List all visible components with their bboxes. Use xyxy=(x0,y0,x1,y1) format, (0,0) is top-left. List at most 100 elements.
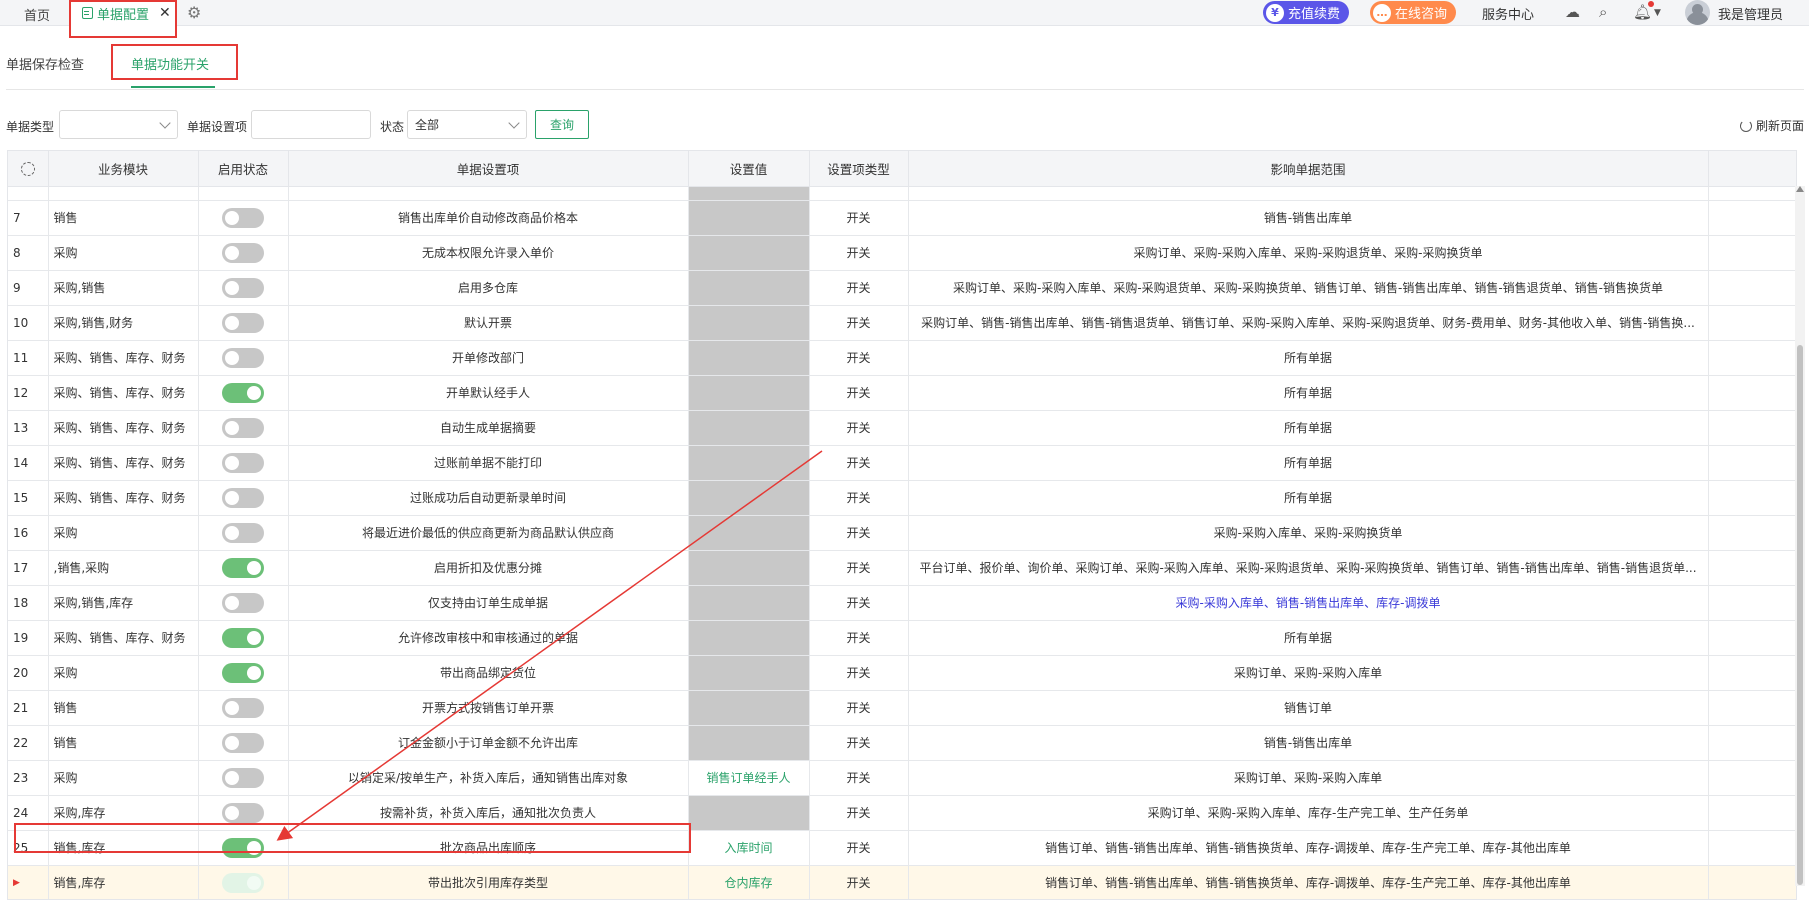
recharge-button[interactable]: ¥ 充值续费 xyxy=(1263,1,1350,24)
cell-value[interactable] xyxy=(688,515,810,551)
tab-home[interactable]: 首页 xyxy=(24,5,50,24)
table-row[interactable]: 17 ,销售,采购 启用折扣及优惠分摊 开关 平台订单、报价单、询价单、采购订单、采购-… xyxy=(8,550,1796,586)
doc-type-select[interactable] xyxy=(59,110,178,139)
enable-toggle[interactable] xyxy=(222,522,264,543)
cell-item: 开票方式按销售订单开票 xyxy=(288,690,689,726)
table-row[interactable]: ▶ 销售,库存 带出批次引用库存类型 仓内库存 开关 销售订单、销售-销售出库单、销售-销… xyxy=(8,865,1796,899)
cell-value[interactable] xyxy=(688,795,810,831)
cell-value[interactable] xyxy=(688,725,810,761)
tab-save-check[interactable]: 单据保存检查 xyxy=(6,54,84,73)
enable-toggle[interactable] xyxy=(222,487,264,508)
table-row[interactable]: 15 采购、销售、库存、财务 过账成功后自动更新录单时间 开关 所有单据 xyxy=(8,480,1796,516)
table-row[interactable]: 18 采购,销售,库存 仅支持由订单生成单据 开关 采购-采购入库单、销售-销售出库单、… xyxy=(8,585,1796,621)
table-row[interactable]: 9 采购,销售 启用多仓库 开关 采购订单、采购-采购入库单、采购-采购退货单、采购-采… xyxy=(8,270,1796,306)
cell-type: 开关 xyxy=(809,515,909,551)
cell-spacer xyxy=(1708,655,1796,691)
cell-value[interactable] xyxy=(688,270,810,306)
cell-scope[interactable]: 采购-采购入库单、销售-销售出库单、库存-调拨单 xyxy=(908,585,1709,621)
table-row[interactable]: 16 采购 将最近进价最低的供应商更新为商品默认供应商 开关 采购-采购入库单、采购-采… xyxy=(8,515,1796,551)
enable-toggle[interactable] xyxy=(222,802,264,823)
cell-type: 开关 xyxy=(809,725,909,761)
enable-toggle[interactable] xyxy=(222,452,264,473)
cell-scope: 采购订单、采购-采购入库单、采购-采购退货单、采购-采购换货单 xyxy=(908,235,1709,271)
enable-toggle[interactable] xyxy=(222,767,264,788)
cell-status xyxy=(198,550,289,586)
enable-toggle[interactable] xyxy=(222,592,264,613)
cell-value[interactable]: 入库时间 xyxy=(688,830,810,866)
table-row[interactable]: 7 销售 销售出库单价自动修改商品价格本 开关 销售-销售出库单 xyxy=(8,200,1796,236)
cell-module: 采购,销售,财务 xyxy=(48,305,199,341)
cell-status xyxy=(198,445,289,481)
search-icon[interactable]: ⌕ xyxy=(1599,3,1607,21)
cell-value[interactable] xyxy=(688,305,810,341)
service-center-link[interactable]: 服务中心 xyxy=(1482,4,1534,23)
enable-toggle[interactable] xyxy=(222,242,264,263)
cell-status xyxy=(198,305,289,341)
cell-item: 过账成功后自动更新录单时间 xyxy=(288,480,689,516)
cell-value[interactable] xyxy=(688,655,810,691)
cell-value[interactable] xyxy=(688,375,810,411)
enable-toggle[interactable] xyxy=(222,207,264,228)
cloud-download-icon[interactable]: ☁ xyxy=(1565,3,1580,21)
cell-value[interactable] xyxy=(688,235,810,271)
cell-value[interactable] xyxy=(688,410,810,446)
enable-toggle[interactable] xyxy=(222,697,264,718)
enable-toggle[interactable] xyxy=(222,312,264,333)
column-settings-button[interactable] xyxy=(8,151,49,187)
cell-value[interactable] xyxy=(688,585,810,621)
enable-toggle[interactable] xyxy=(222,557,264,578)
gear-icon[interactable]: ⚙ xyxy=(187,3,201,22)
enable-toggle[interactable] xyxy=(222,382,264,403)
refresh-button[interactable]: 刷新页面 xyxy=(1740,117,1804,134)
table-row[interactable]: 8 采购 无成本权限允许录入单价 开关 采购订单、采购-采购入库单、采购-采购退货单、采… xyxy=(8,235,1796,271)
cell-value[interactable] xyxy=(688,690,810,726)
consult-button[interactable]: … 在线咨询 xyxy=(1370,1,1457,24)
cell-value[interactable] xyxy=(688,620,810,656)
enable-toggle[interactable] xyxy=(222,417,264,438)
table-row[interactable]: 10 采购,销售,财务 默认开票 开关 采购订单、销售-销售出库单、销售-销售退货单、销… xyxy=(8,305,1796,341)
row-number: 19 xyxy=(8,620,49,656)
scrollbar-thumb[interactable] xyxy=(1797,345,1803,885)
cell-type: 开关 xyxy=(809,865,909,899)
cell-status xyxy=(198,270,289,306)
scroll-up-arrow-icon[interactable] xyxy=(1796,186,1804,192)
cell-type: 开关 xyxy=(809,550,909,586)
avatar[interactable] xyxy=(1685,0,1710,25)
table-row[interactable]: 23 采购 以销定采/按单生产，补货入库后，通知销售出库对象 销售订单经手人 开关 采购订… xyxy=(8,760,1796,796)
enable-toggle[interactable] xyxy=(222,347,264,368)
cell-scope: 采购订单、采购-采购入库单、库存-生产完工单、生产任务单 xyxy=(908,795,1709,831)
table-row[interactable]: 20 采购 带出商品绑定货位 开关 采购订单、采购-采购入库单 xyxy=(8,655,1796,691)
setting-item-input[interactable] xyxy=(251,110,371,139)
cell-value[interactable] xyxy=(688,550,810,586)
table-row[interactable]: 11 采购、销售、库存、财务 开单修改部门 开关 所有单据 xyxy=(8,340,1796,376)
cell-status xyxy=(198,865,289,899)
status-select[interactable]: 全部 xyxy=(407,110,527,139)
cell-value[interactable] xyxy=(688,200,810,236)
user-name[interactable]: 我是管理员 xyxy=(1718,4,1783,23)
table-row[interactable]: 21 销售 开票方式按销售订单开票 开关 销售订单 xyxy=(8,690,1796,726)
cell-value[interactable]: 仓内库存 xyxy=(688,865,810,899)
enable-toggle[interactable] xyxy=(222,627,264,648)
cell-value[interactable] xyxy=(688,480,810,516)
query-button[interactable]: 查询 xyxy=(535,110,589,139)
cell-value[interactable] xyxy=(688,445,810,481)
table-row[interactable]: 13 采购、销售、库存、财务 自动生成单据摘要 开关 所有单据 xyxy=(8,410,1796,446)
enable-toggle[interactable] xyxy=(222,277,264,298)
cell-value[interactable]: 销售订单经手人 xyxy=(688,760,810,796)
cell-spacer xyxy=(1708,375,1796,411)
cell-status xyxy=(198,760,289,796)
table-row[interactable]: 12 采购、销售、库存、财务 开单默认经手人 开关 所有单据 xyxy=(8,375,1796,411)
table-row[interactable]: 14 采购、销售、库存、财务 过账前单据不能打印 开关 所有单据 xyxy=(8,445,1796,481)
top-bar: 首页 单据配置 ✕ ⚙ ¥ 充值续费 … 在线咨询 服务中心 ☁ ⌕ 🔔︎ ▼ … xyxy=(0,0,1809,26)
enable-toggle[interactable] xyxy=(222,732,264,753)
cell-type: 开关 xyxy=(809,340,909,376)
table-row[interactable]: 19 采购、销售、库存、财务 允许修改审核中和审核通过的单据 开关 所有单据 xyxy=(8,620,1796,656)
enable-toggle[interactable] xyxy=(222,872,264,893)
table-row[interactable]: 22 销售 订金金额小于订单金额不允许出库 开关 销售-销售出库单 xyxy=(8,725,1796,761)
enable-toggle[interactable] xyxy=(222,662,264,683)
chevron-down-icon[interactable]: ▼ xyxy=(1654,8,1661,18)
cell-value[interactable] xyxy=(688,340,810,376)
cell-item: 带出批次引用库存类型 xyxy=(288,865,689,899)
cell-item: 启用多仓库 xyxy=(288,270,689,306)
refresh-icon xyxy=(1740,119,1752,132)
